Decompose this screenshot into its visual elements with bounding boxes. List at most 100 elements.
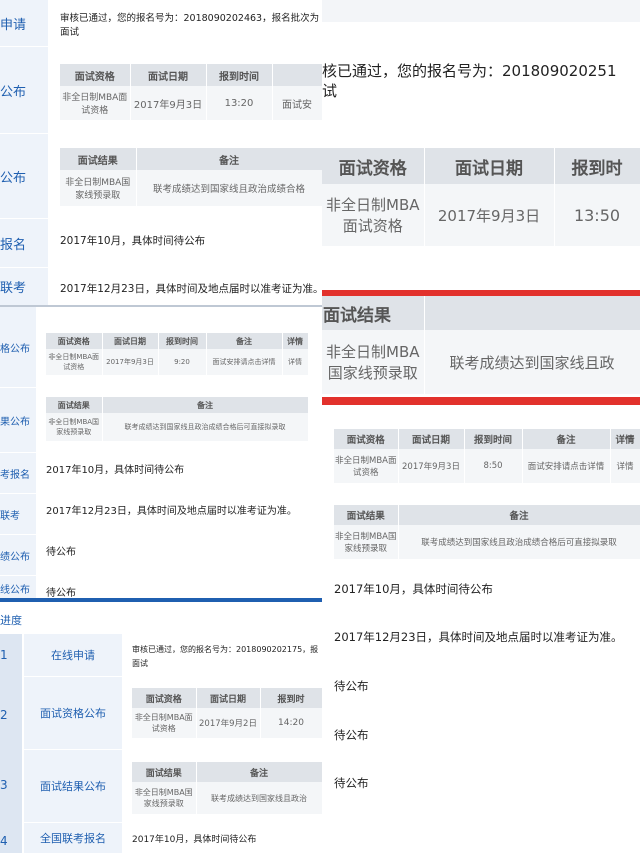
sidebar-item-score[interactable]: 绩公布 <box>0 535 36 576</box>
notice-text-2: 面试 <box>60 27 80 38</box>
column-header: 面试资格 <box>46 333 103 349</box>
sidebar-item-label: 联考 <box>0 281 27 296</box>
sidebar-item-interview-qualification[interactable]: 面试资格公布 <box>24 677 122 750</box>
step-number: 3 <box>0 778 8 792</box>
step-number: 4 <box>0 834 8 848</box>
column-header: 面试日期 <box>196 688 261 708</box>
sidebar-item-exam[interactable]: 联考 <box>0 494 36 535</box>
interview-qualification-table: 面试资格 面试日期 报到时 非全日制MBA面试资格 2017年9月2日 14:2… <box>132 688 322 738</box>
table-row: 非全日制MBA面试资格 2017年9月3日 13:50 <box>322 184 640 246</box>
table-cell: 14:20 <box>260 708 322 738</box>
table-cell: 2017年9月3日 <box>398 449 465 483</box>
score-status-text: 待公布 <box>46 547 76 558</box>
sidebar-item-label: 面试结果公布 <box>40 780 106 793</box>
table-row: 非全日制MBA国家线预录取 联考成绩达到国家线且政治成绩合格后可直接拟录取 <box>334 525 640 559</box>
screenshot-panel-5: 进度 1 2 3 4 在线申请 面试资格公布 面试结果公布 全国联考报名 审核已… <box>0 598 322 853</box>
column-header: 备注 <box>398 505 640 525</box>
screenshot-panel-3: 核已通过，您的报名号为：201809020251 试 面试资格 面试日期 报到时… <box>322 0 640 405</box>
column-header: 详情 <box>282 333 309 349</box>
table-cell: 9:20 <box>158 349 207 375</box>
details-link[interactable]: 详情 <box>610 449 640 483</box>
interview-result-table: 面试结果 备注 非全日制MBA国家线预录取 联考成绩达到国家线且政治成绩合格 <box>60 148 322 206</box>
national-line-status-text: 待公布 <box>46 588 76 598</box>
sidebar-item-interview-result[interactable]: 公布 <box>0 134 48 219</box>
sidebar-item-label: 果公布 <box>0 416 30 428</box>
notice-text-2: 面试 <box>132 659 148 668</box>
sidebar-item-label: 公布 <box>0 84 27 100</box>
sidebar-item-interview-qualification[interactable]: 格公布 <box>0 307 36 388</box>
table-cell: 非全日制MBA面试资格 <box>132 708 197 738</box>
column-header: 面试日期 <box>424 148 555 184</box>
sidebar-item-exam[interactable]: 联考 <box>0 268 48 305</box>
column-header: 面试日期 <box>130 64 207 86</box>
table-cell: 非全日制MBA国家线预录取 <box>132 782 197 814</box>
table-row: 非全日制MBA面试资格 2017年9月3日 8:50 面试安排请点击详情 详情 <box>334 449 640 483</box>
sidebar-item-label: 报名 <box>0 237 27 253</box>
table-cell: 2017年9月3日 <box>424 184 555 246</box>
table-cell: 非全日制MBA面试资格 <box>322 184 425 246</box>
table-cell: 联考成绩达到国家线且政治成绩合格后可直接拟录取 <box>398 525 640 559</box>
progress-title: 进度 <box>0 614 22 627</box>
column-header: 面试资格 <box>334 429 399 449</box>
step-number: 2 <box>0 708 8 722</box>
sidebar-item-interview-qualification[interactable]: 公布 <box>0 47 48 134</box>
column-header: 报到时 <box>554 148 640 184</box>
notice-text: 审核已通过，您的报名号为：2018090202463，报名批次为 <box>60 13 320 24</box>
sidebar-item-interview-result[interactable]: 果公布 <box>0 388 36 453</box>
interview-result-table: 面试结果 备注 非全日制MBA国家线预录取 联考成绩达到国家线且政治成绩合格后可… <box>334 505 640 559</box>
notice-text-2: 试 <box>322 82 338 100</box>
table-cell: 8:50 <box>464 449 523 483</box>
step-number: 1 <box>0 648 8 662</box>
divider <box>0 305 322 307</box>
column-header: 面试资格 <box>60 64 131 86</box>
registration-date-text: 2017年10月，具体时间待公布 <box>132 835 257 845</box>
sidebar-item-apply[interactable]: 在线申请 <box>24 634 122 677</box>
interview-result-table: 面试结果 备注 非全日制MBA国家线预录取 联考成绩达到国家线且政治成绩合格后可… <box>46 397 309 441</box>
sidebar-item-interview-result[interactable]: 面试结果公布 <box>24 750 122 823</box>
sidebar-item-apply[interactable]: 申请 <box>0 0 48 47</box>
table-row: 非全日制MBA国家线预录取 联考成绩达到国家线且政治成绩合格后可直接拟录取 <box>46 413 309 441</box>
notice-text: 核已通过，您的报名号为：201809020251 <box>322 62 617 80</box>
sidebar-item-registration[interactable]: 考报名 <box>0 453 36 494</box>
table-cell: 非全日制MBA国家线预录取 <box>322 330 425 394</box>
table-cell: 面试安排请点击详情 <box>522 449 611 483</box>
sidebar-item-label: 考报名 <box>0 469 30 481</box>
sidebar-item-registration[interactable]: 报名 <box>0 219 48 268</box>
screenshot-panel-2: 格公布 果公布 考报名 联考 绩公布 线公布 面试资格 面试日期 报到时间 备注… <box>0 305 322 598</box>
exam-date-text: 2017年12月23日，具体时间及地点届时以准考证为准。 <box>60 283 322 295</box>
interview-qualification-table: 面试资格 面试日期 报到时间 备注 详情 非全日制MBA面试资格 2017年9月… <box>334 429 640 483</box>
interview-result-table: 面试结果 非全日制MBA国家线预录取 联考成绩达到国家线且政 <box>322 296 640 394</box>
table-row: 非全日制MBA面试资格 2017年9月2日 14:20 <box>132 708 322 738</box>
column-header: 面试日期 <box>398 429 465 449</box>
interview-qualification-table: 面试资格 面试日期 报到时 非全日制MBA面试资格 2017年9月3日 13:5… <box>322 148 640 246</box>
column-header: 详情 <box>610 429 640 449</box>
table-cell: 13:50 <box>554 184 640 246</box>
header-bar <box>0 598 322 602</box>
table-cell: 面试安 <box>272 86 322 120</box>
column-header: 报到时 <box>260 688 322 708</box>
sidebar-item-label: 公布 <box>0 170 27 186</box>
score-status-text: 待公布 <box>334 679 369 693</box>
column-header: 备注 <box>206 333 283 349</box>
sidebar-item-label: 绩公布 <box>0 551 30 563</box>
screenshot-panel-1: 申请 公布 公布 报名 联考 审核已通过，您的报名号为：201809020246… <box>0 0 322 305</box>
column-header: 面试资格 <box>322 148 425 184</box>
table-row: 非全日制MBA国家线预录取 联考成绩达到国家线且政治 <box>132 782 322 814</box>
details-link[interactable]: 详情 <box>282 349 309 375</box>
table-row: 非全日制MBA面试资格 2017年9月3日 9:20 面试安排请点击详情 详情 <box>46 349 309 375</box>
sidebar: 在线申请 面试资格公布 面试结果公布 全国联考报名 <box>24 634 122 853</box>
column-header: 备注 <box>196 762 322 782</box>
table-cell: 13:20 <box>206 86 273 120</box>
table-cell: 面试安排请点击详情 <box>206 349 283 375</box>
column-header <box>424 296 640 330</box>
sidebar-item-national-line[interactable]: 线公布 <box>0 576 36 598</box>
interview-qualification-table: 面试资格 面试日期 报到时间 非全日制MBA面试资格 2017年9月3日 13:… <box>60 64 322 120</box>
column-header: 备注 <box>102 397 309 413</box>
column-header: 报到时间 <box>206 64 273 86</box>
screenshot-panel-4: 面试资格 面试日期 报到时间 备注 详情 非全日制MBA面试资格 2017年9月… <box>322 405 640 853</box>
table-row: 非全日制MBA国家线预录取 联考成绩达到国家线且政 <box>322 330 640 394</box>
section-highlight-bar <box>322 397 640 405</box>
sidebar-item-registration[interactable]: 全国联考报名 <box>24 823 122 853</box>
sidebar-item-label: 格公布 <box>0 343 30 355</box>
table-cell: 联考成绩达到国家线且政 <box>424 330 640 394</box>
